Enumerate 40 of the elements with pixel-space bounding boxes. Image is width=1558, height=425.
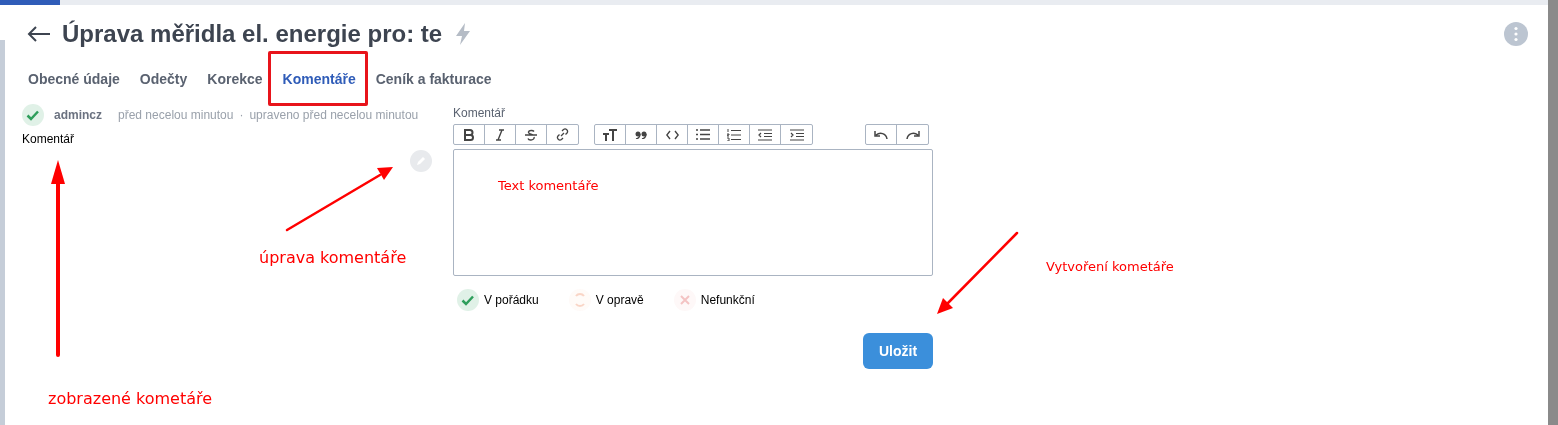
tab[interactable]: Korekce [197, 66, 273, 92]
page-title: Úprava měřidla el. energie pro: te [62, 18, 443, 49]
annotation-label: úprava komentáře [259, 247, 407, 269]
code-icon [665, 129, 679, 140]
status-option[interactable]: V pořádku [457, 289, 539, 311]
tab[interactable]: Komentáře [272, 66, 366, 92]
editor-label: Komentář [453, 105, 507, 122]
check-icon [22, 104, 44, 126]
comment-author: admincz [54, 107, 102, 124]
bullet-list-icon [696, 129, 710, 140]
lightning-icon [456, 22, 471, 45]
comment-edited-time: upraveno před necelou minutou [249, 107, 419, 124]
bold-icon [464, 128, 474, 141]
indent-icon [789, 128, 804, 141]
numbered-list-icon [727, 128, 741, 141]
scrollbar[interactable] [1548, 0, 1558, 425]
circular-arrows-icon [568, 289, 591, 311]
tab[interactable]: Odečty [129, 66, 198, 92]
strikethrough-icon [525, 128, 537, 141]
comment-time: před necelou minutou [118, 107, 234, 124]
status-option[interactable]: V opravě [568, 289, 644, 311]
save-button[interactable]: Uložit [863, 333, 933, 369]
tab[interactable]: Obecné údaje [18, 66, 130, 92]
status-option[interactable]: Nefunkční [673, 289, 755, 311]
text-size-icon [603, 128, 617, 141]
separator: · [239, 107, 244, 124]
comment-text: Komentář [22, 131, 75, 148]
italic-icon [496, 128, 504, 141]
annotation-label: zobrazené kometáře [48, 388, 213, 410]
back-arrow-icon[interactable] [27, 25, 51, 42]
cross-icon [673, 289, 696, 311]
quote-icon [635, 130, 647, 139]
annotation-label: Text komentáře [498, 177, 599, 195]
undo-icon [874, 129, 888, 140]
link-icon [556, 128, 569, 141]
check-icon [457, 289, 479, 311]
annotation-label: Vytvoření kometáře [1046, 258, 1174, 276]
outdent-icon [758, 128, 772, 141]
tab[interactable]: Ceník a fakturace [365, 66, 502, 92]
redo-icon [905, 129, 920, 140]
